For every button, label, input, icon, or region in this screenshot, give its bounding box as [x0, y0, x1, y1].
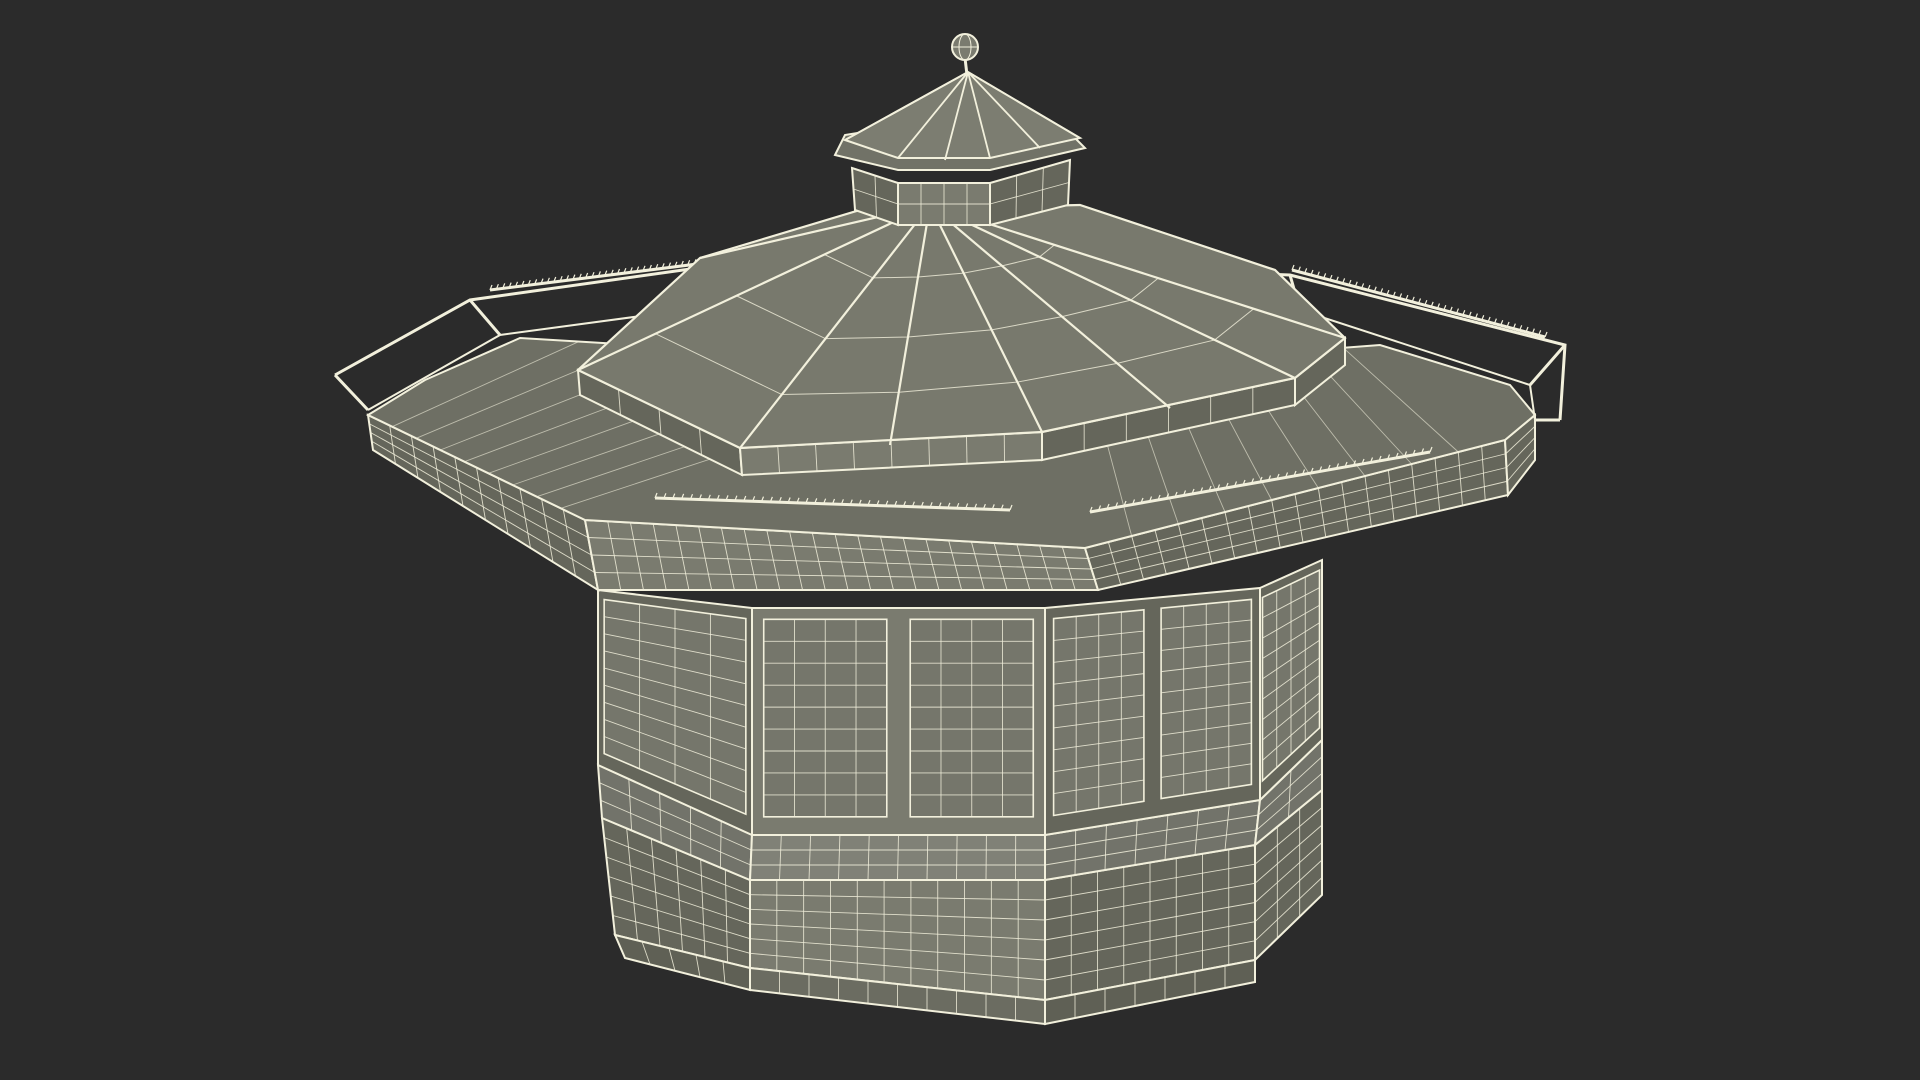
rail-post: [1528, 344, 1567, 386]
roof-lantern: [833, 70, 1087, 227]
kiosk-render: [333, 33, 1567, 1026]
rail-post: [468, 299, 502, 336]
wire-edge: [966, 435, 968, 464]
roof-finial: [951, 33, 979, 76]
rail-post: [333, 373, 370, 412]
render-viewport: [0, 0, 1920, 1080]
lantern-cap-cone: [842, 70, 1083, 159]
rail-tooth: [1544, 331, 1548, 338]
wire-edge: [956, 834, 958, 881]
kiosk-window-band: [597, 558, 1323, 837]
